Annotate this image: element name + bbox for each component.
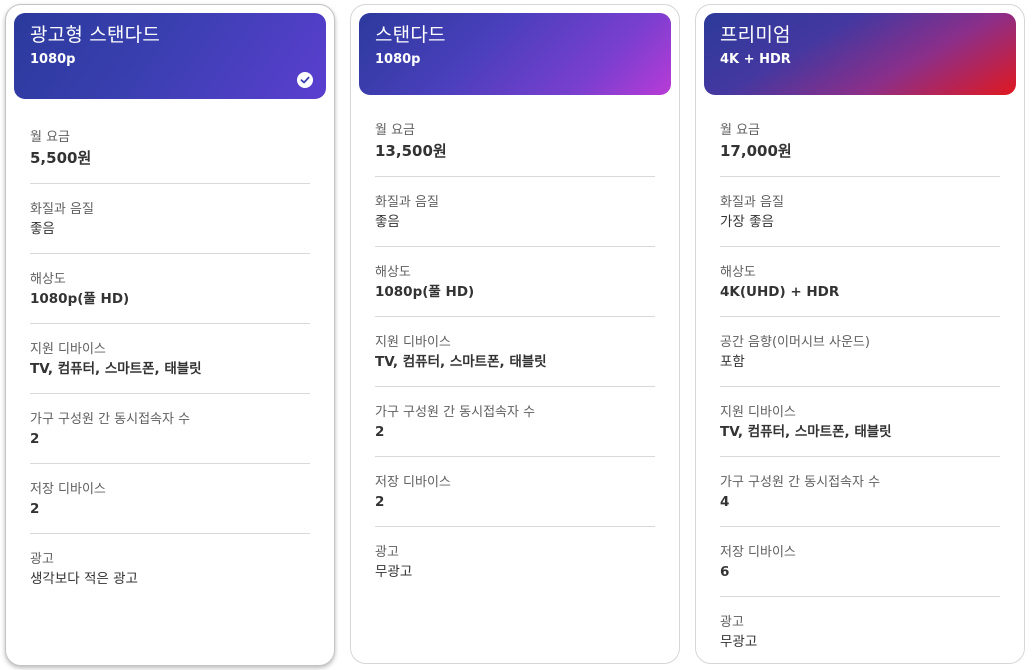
feature-download-devices: 저장 디바이스 2 bbox=[30, 464, 310, 534]
feature-label: 가구 구성원 간 동시접속자 수 bbox=[375, 405, 536, 420]
feature-value: 1080p(풀 HD) bbox=[375, 284, 475, 300]
feature-label: 공간 음향(이머시브 사운드) bbox=[720, 335, 870, 350]
feature-label: 해상도 bbox=[375, 265, 411, 280]
feature-resolution: 해상도 4K(UHD) + HDR bbox=[720, 247, 1000, 317]
feature-resolution: 해상도 1080p(풀 HD) bbox=[30, 254, 310, 324]
plan-name: 프리미엄 bbox=[720, 24, 791, 46]
feature-label: 화질과 음질 bbox=[30, 202, 94, 217]
feature-value: 가장 좋음 bbox=[720, 214, 774, 230]
feature-label: 광고 bbox=[720, 615, 744, 630]
feature-value: 생각보다 적은 광고 bbox=[30, 571, 138, 587]
feature-value: 무광고 bbox=[720, 634, 758, 650]
feature-value: 13,500원 bbox=[375, 142, 447, 160]
feature-label: 해상도 bbox=[720, 265, 756, 280]
plan-card-premium[interactable]: 프리미엄 4K + HDR 월 요금 17,000원 화질과 음질 가장 좋음 … bbox=[695, 4, 1025, 664]
feature-value: 2 bbox=[375, 424, 385, 440]
feature-quality: 화질과 음질 가장 좋음 bbox=[720, 177, 1000, 247]
plan-header[interactable]: 광고형 스탠다드 1080p bbox=[14, 13, 326, 99]
feature-value: 좋음 bbox=[30, 221, 55, 237]
check-circle-icon bbox=[297, 72, 313, 88]
feature-value: 17,000원 bbox=[720, 142, 792, 160]
feature-label: 가구 구성원 간 동시접속자 수 bbox=[720, 475, 881, 490]
plan-feature-list: 월 요금 17,000원 화질과 음질 가장 좋음 해상도 4K(UHD) + … bbox=[696, 95, 1024, 663]
feature-label: 해상도 bbox=[30, 272, 66, 287]
feature-label: 광고 bbox=[30, 552, 54, 567]
feature-value: 2 bbox=[30, 501, 40, 517]
feature-value: 좋음 bbox=[375, 214, 400, 230]
feature-value: 6 bbox=[720, 564, 730, 580]
feature-value: TV, 컴퓨터, 스마트폰, 태블릿 bbox=[30, 361, 202, 377]
plan-card-standard[interactable]: 스탠다드 1080p 월 요금 13,500원 화질과 음질 좋음 해상도 10… bbox=[350, 4, 680, 664]
feature-label: 저장 디바이스 bbox=[720, 545, 796, 560]
feature-simultaneous-streams: 가구 구성원 간 동시접속자 수 4 bbox=[720, 457, 1000, 527]
feature-value: 1080p(풀 HD) bbox=[30, 291, 130, 307]
feature-value: 무광고 bbox=[375, 564, 413, 580]
plan-header[interactable]: 스탠다드 1080p bbox=[359, 13, 671, 95]
feature-monthly-price: 월 요금 17,000원 bbox=[720, 95, 1000, 177]
feature-value: TV, 컴퓨터, 스마트폰, 태블릿 bbox=[720, 424, 892, 440]
feature-devices: 지원 디바이스 TV, 컴퓨터, 스마트폰, 태블릿 bbox=[375, 317, 655, 387]
feature-devices: 지원 디바이스 TV, 컴퓨터, 스마트폰, 태블릿 bbox=[720, 387, 1000, 457]
feature-quality: 화질과 음질 좋음 bbox=[30, 184, 310, 254]
feature-value: 5,500원 bbox=[30, 149, 92, 167]
feature-ads: 광고 무광고 bbox=[720, 597, 1000, 663]
feature-simultaneous-streams: 가구 구성원 간 동시접속자 수 2 bbox=[30, 394, 310, 464]
plan-feature-list: 월 요금 13,500원 화질과 음질 좋음 해상도 1080p(풀 HD) 지… bbox=[351, 95, 679, 596]
plan-resolution-badge: 1080p bbox=[30, 52, 76, 67]
feature-spatial-audio: 공간 음향(이머시브 사운드) 포함 bbox=[720, 317, 1000, 387]
plan-resolution-badge: 4K + HDR bbox=[720, 52, 791, 67]
plan-feature-list: 월 요금 5,500원 화질과 음질 좋음 해상도 1080p(풀 HD) 지원… bbox=[6, 99, 334, 603]
feature-download-devices: 저장 디바이스 2 bbox=[375, 457, 655, 527]
feature-monthly-price: 월 요금 13,500원 bbox=[375, 95, 655, 177]
plan-resolution-badge: 1080p bbox=[375, 52, 421, 67]
feature-simultaneous-streams: 가구 구성원 간 동시접속자 수 2 bbox=[375, 387, 655, 457]
feature-label: 지원 디바이스 bbox=[30, 342, 106, 357]
feature-quality: 화질과 음질 좋음 bbox=[375, 177, 655, 247]
feature-label: 월 요금 bbox=[30, 130, 71, 145]
feature-label: 광고 bbox=[375, 545, 399, 560]
feature-ads: 광고 무광고 bbox=[375, 527, 655, 596]
plan-selector: 광고형 스탠다드 1080p 월 요금 5,500원 화질과 음질 좋음 해상도… bbox=[0, 0, 1033, 670]
feature-value: 4 bbox=[720, 494, 730, 510]
feature-ads: 광고 생각보다 적은 광고 bbox=[30, 534, 310, 603]
feature-label: 저장 디바이스 bbox=[30, 482, 106, 497]
feature-label: 지원 디바이스 bbox=[375, 335, 451, 350]
feature-label: 월 요금 bbox=[375, 123, 416, 138]
feature-label: 저장 디바이스 bbox=[375, 475, 451, 490]
plan-name: 광고형 스탠다드 bbox=[30, 24, 160, 46]
feature-value: 포함 bbox=[720, 354, 745, 370]
feature-label: 지원 디바이스 bbox=[720, 405, 796, 420]
feature-label: 월 요금 bbox=[720, 123, 761, 138]
plan-name: 스탠다드 bbox=[375, 24, 446, 46]
feature-monthly-price: 월 요금 5,500원 bbox=[30, 99, 310, 184]
feature-label: 화질과 음질 bbox=[720, 195, 784, 210]
feature-label: 가구 구성원 간 동시접속자 수 bbox=[30, 412, 191, 427]
feature-value: 4K(UHD) + HDR bbox=[720, 284, 840, 300]
plan-header[interactable]: 프리미엄 4K + HDR bbox=[704, 13, 1016, 95]
feature-download-devices: 저장 디바이스 6 bbox=[720, 527, 1000, 597]
feature-value: TV, 컴퓨터, 스마트폰, 태블릿 bbox=[375, 354, 547, 370]
feature-label: 화질과 음질 bbox=[375, 195, 439, 210]
feature-devices: 지원 디바이스 TV, 컴퓨터, 스마트폰, 태블릿 bbox=[30, 324, 310, 394]
feature-value: 2 bbox=[30, 431, 40, 447]
feature-resolution: 해상도 1080p(풀 HD) bbox=[375, 247, 655, 317]
plan-card-ad-standard[interactable]: 광고형 스탠다드 1080p 월 요금 5,500원 화질과 음질 좋음 해상도… bbox=[5, 4, 335, 666]
feature-value: 2 bbox=[375, 494, 385, 510]
